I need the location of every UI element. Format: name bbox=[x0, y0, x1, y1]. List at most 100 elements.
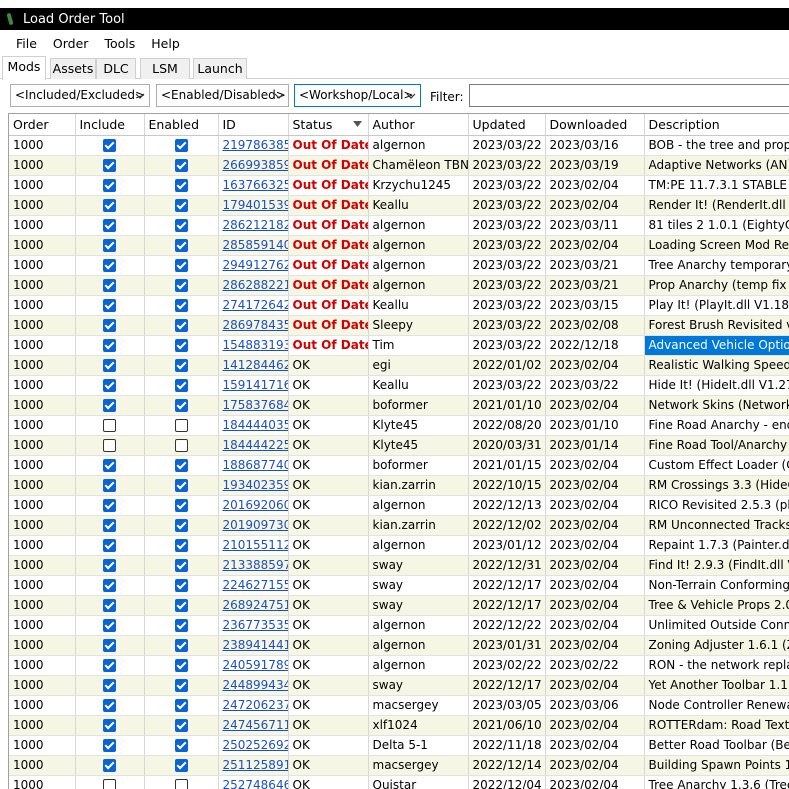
enabled-checkbox[interactable] bbox=[174, 779, 188, 789]
table-row[interactable]: 10002862882210Out Of Datealgernon2023/03… bbox=[9, 275, 789, 296]
workshop-id-link[interactable]: 2862882210 bbox=[223, 278, 288, 292]
workshop-id-link[interactable]: 2448994345 bbox=[223, 678, 288, 692]
menu-file[interactable]: File bbox=[8, 36, 45, 51]
table-row[interactable]: 1000 2511258910OKmacsergey2022/12/142023/… bbox=[9, 755, 789, 776]
workshop-id-link[interactable]: 2949127622 bbox=[223, 258, 288, 272]
workshop-id-link[interactable]: 1844442251 bbox=[223, 438, 288, 452]
workshop-id-link[interactable]: 2389414419 bbox=[223, 638, 288, 652]
workshop-id-link[interactable]: 2511258910 bbox=[223, 758, 288, 772]
enabled-checkbox[interactable] bbox=[174, 159, 188, 172]
enabled-checkbox[interactable] bbox=[174, 659, 188, 672]
filter-input[interactable] bbox=[469, 84, 789, 107]
table-row[interactable]: 1000 1934023593OKkian.zarrin2022/10/15202… bbox=[9, 475, 789, 496]
enabled-checkbox[interactable] bbox=[174, 319, 188, 332]
workshop-id-link[interactable]: 2502526929 bbox=[223, 738, 288, 752]
include-checkbox[interactable] bbox=[103, 159, 116, 172]
include-checkbox[interactable] bbox=[103, 659, 116, 672]
include-checkbox[interactable] bbox=[103, 359, 116, 372]
include-checkbox[interactable] bbox=[103, 459, 116, 472]
column-header-updated[interactable]: Updated bbox=[468, 114, 546, 136]
workshop-id-link[interactable]: 2101551127 bbox=[223, 538, 288, 552]
workshop-id-link[interactable]: 2133885971 bbox=[223, 558, 288, 572]
table-row[interactable]: 10002669938594Out Of DateChamëleon TBN20… bbox=[9, 155, 789, 176]
workshop-id-link[interactable]: 2197863850 bbox=[223, 138, 288, 152]
enabled-checkbox[interactable] bbox=[174, 379, 188, 392]
tab-launch[interactable]: Launch bbox=[193, 58, 247, 79]
column-header-description[interactable]: Description bbox=[644, 114, 789, 136]
enabled-checkbox[interactable] bbox=[174, 199, 188, 212]
table-row[interactable]: 10002405917899OKalgernon2023/02/222023/0… bbox=[9, 655, 789, 676]
table-row[interactable]: 1000 2246271550OKsway2022/12/172023/02/04… bbox=[9, 575, 789, 596]
table-row[interactable]: 10002862121823Out Of Datealgernon2023/03… bbox=[9, 215, 789, 236]
include-checkbox[interactable] bbox=[103, 739, 116, 752]
column-header-status[interactable]: Status bbox=[288, 114, 369, 136]
workshop-id-link[interactable]: 2741726428 bbox=[223, 298, 288, 312]
enabled-checkbox[interactable] bbox=[174, 619, 188, 632]
workshop-id-link[interactable]: 2669938594 bbox=[223, 158, 288, 172]
enabled-checkbox[interactable] bbox=[174, 539, 188, 552]
workshop-id-link[interactable]: 2016920607 bbox=[223, 498, 288, 512]
include-checkbox[interactable] bbox=[103, 499, 116, 512]
include-checkbox[interactable] bbox=[103, 719, 116, 732]
include-checkbox[interactable] bbox=[103, 759, 116, 772]
tab-lsm[interactable]: LSM bbox=[140, 58, 190, 79]
enabled-checkbox[interactable] bbox=[174, 459, 188, 472]
workshop-id-link[interactable]: 1886877404 bbox=[223, 458, 288, 472]
table-row[interactable]: 1000 1844442251OKKlyte452020/03/312023/01… bbox=[9, 435, 789, 456]
enabled-checkbox[interactable] bbox=[174, 579, 188, 592]
include-checkbox[interactable] bbox=[103, 539, 116, 552]
workshop-id-link[interactable]: 1412844620 bbox=[223, 358, 288, 372]
table-row[interactable]: 10002197863850Out Of Datealgernon2023/03… bbox=[9, 135, 789, 156]
workshop-id-link[interactable]: 1794015399 bbox=[223, 198, 288, 212]
table-row[interactable]: 1000 1844440354OKKlyte452022/08/202023/01… bbox=[9, 415, 789, 436]
column-header-enabled[interactable]: Enabled bbox=[144, 114, 219, 136]
table-row[interactable]: 1000 2472062376OKmacsergey2023/03/052023/… bbox=[9, 695, 789, 716]
include-checkbox[interactable] bbox=[103, 639, 116, 652]
workshop-id-link[interactable]: 1758376843 bbox=[223, 398, 288, 412]
workshop-id-link[interactable]: 2869784351 bbox=[223, 318, 288, 332]
include-checkbox[interactable] bbox=[103, 619, 116, 632]
enabled-checkbox[interactable] bbox=[174, 419, 188, 432]
table-row[interactable]: 1000 2448994345OKsway2022/12/172023/02/04… bbox=[9, 675, 789, 696]
menu-help[interactable]: Help bbox=[143, 36, 188, 51]
table-row[interactable]: 1000 2474567113OKxlf10242021/06/102023/02… bbox=[9, 715, 789, 736]
include-checkbox[interactable] bbox=[103, 319, 116, 332]
table-row[interactable]: 1000 2689247512OKsway2022/12/172023/02/04… bbox=[9, 595, 789, 616]
enabled-checkbox[interactable] bbox=[174, 359, 188, 372]
enabled-checkbox[interactable] bbox=[174, 679, 188, 692]
tab-mods[interactable]: Mods bbox=[2, 56, 46, 80]
table-row[interactable]: 10001637663252Out Of DateKrzychu12452023… bbox=[9, 175, 789, 196]
include-checkbox[interactable] bbox=[103, 279, 116, 292]
include-checkbox[interactable] bbox=[103, 519, 116, 532]
include-checkbox[interactable] bbox=[103, 379, 116, 392]
table-row[interactable]: 1000 2502526929OKDelta 5-12022/11/182023/… bbox=[9, 735, 789, 756]
source-filter-dropdown[interactable]: <Workshop/Local> bbox=[294, 84, 421, 107]
include-checkbox[interactable] bbox=[103, 439, 116, 452]
enabled-filter-dropdown[interactable]: <Enabled/Disabled> bbox=[156, 84, 289, 107]
include-checkbox[interactable] bbox=[103, 179, 116, 192]
include-checkbox[interactable] bbox=[103, 699, 116, 712]
table-row[interactable]: 1000 1548831935Out Of DateTim2023/03/2220… bbox=[9, 335, 789, 356]
workshop-id-link[interactable]: 2527486462 bbox=[223, 778, 288, 789]
table-row[interactable]: 1000 1886877404OKboformer2021/01/152023/0… bbox=[9, 455, 789, 476]
table-row[interactable]: 1000 2367735356OKalgernon2022/12/222023/0… bbox=[9, 615, 789, 636]
include-checkbox[interactable] bbox=[103, 299, 116, 312]
include-checkbox[interactable] bbox=[103, 599, 116, 612]
enabled-checkbox[interactable] bbox=[174, 399, 188, 412]
enabled-checkbox[interactable] bbox=[174, 339, 188, 352]
enabled-checkbox[interactable] bbox=[174, 699, 188, 712]
enabled-checkbox[interactable] bbox=[174, 639, 188, 652]
workshop-id-link[interactable]: 2246271550 bbox=[223, 578, 288, 592]
table-row[interactable]: 1000 2869784351Out Of DateSleepy2023/03/2… bbox=[9, 315, 789, 336]
column-header-include[interactable]: Include bbox=[75, 114, 145, 136]
workshop-id-link[interactable]: 2862121823 bbox=[223, 218, 288, 232]
include-checkbox[interactable] bbox=[103, 139, 116, 152]
include-checkbox[interactable] bbox=[103, 259, 116, 272]
table-row[interactable]: 1000 2389414419OKalgernon2023/01/312023/0… bbox=[9, 635, 789, 656]
workshop-id-link[interactable]: 1548831935 bbox=[223, 338, 288, 352]
include-checkbox[interactable] bbox=[103, 559, 116, 572]
include-checkbox[interactable] bbox=[103, 479, 116, 492]
tab-assets[interactable]: Assets bbox=[50, 58, 96, 79]
tab-dlc[interactable]: DLC bbox=[96, 58, 136, 79]
enabled-checkbox[interactable] bbox=[174, 299, 188, 312]
